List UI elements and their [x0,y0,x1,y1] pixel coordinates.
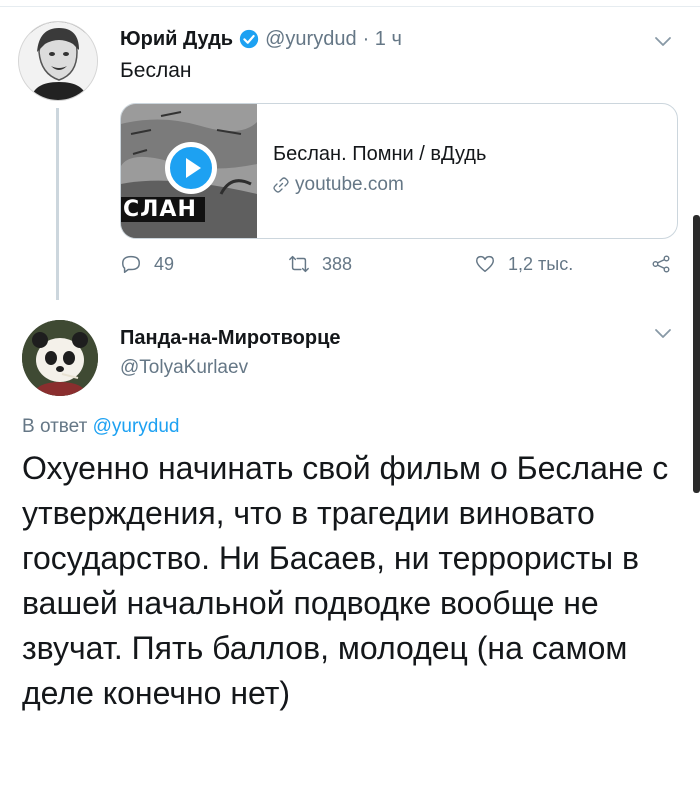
avatar[interactable] [22,320,98,396]
video-thumbnail[interactable]: СЛАН [121,104,257,238]
link-icon [273,177,289,193]
scrollbar[interactable] [693,215,700,493]
like-count: 1,2 тыс. [508,253,574,274]
chevron-down-icon[interactable] [654,36,672,48]
chevron-down-icon[interactable] [654,328,672,340]
reply-context: В ответ @yurydud [22,416,180,438]
play-icon[interactable] [165,142,217,194]
tweet-header: Юрий Дудь @yurydud · 1 ч [120,26,402,52]
like-button[interactable]: 1,2 тыс. [474,253,573,275]
card-link: youtube.com [273,174,486,196]
card-domain: youtube.com [295,174,404,195]
share-icon [652,255,670,273]
tweet-text: Охуенно начинать свой фильм о Беслане с … [22,450,669,711]
avatar[interactable] [18,21,98,101]
author-name[interactable]: Юрий Дудь [120,28,233,51]
reply-button[interactable]: 49 [120,253,174,275]
author-name[interactable]: Панда-на-Миротворце [120,327,341,350]
card-info: Беслан. Помни / вДудь youtube.com [257,104,486,238]
verified-icon [239,29,259,49]
author-handle[interactable]: @yurydud [265,28,356,51]
tweet-text: Беслан [120,59,192,82]
reply-prefix: В ответ [22,416,88,437]
top-divider [0,0,700,7]
tweet-actions: 49 388 1,2 тыс. [120,253,676,281]
reply-count: 49 [154,253,175,274]
retweet-icon [289,255,309,273]
share-button[interactable] [650,253,684,275]
retweet-count: 388 [322,253,353,274]
reply-mention-link[interactable]: @yurydud [93,416,180,437]
retweet-button[interactable]: 388 [288,253,352,275]
reply-icon [122,255,140,273]
like-icon [476,255,494,273]
card-title: Беслан. Помни / вДудь [273,143,487,165]
link-card[interactable]: СЛАН Беслан. Помни / вДудь youtube.com [120,103,678,239]
author-handle[interactable]: @TolyaKurlaev [120,357,248,379]
tweet-time[interactable]: · 1 ч [363,28,402,51]
thread-line [56,108,59,300]
thumbnail-caption: СЛАН [121,197,205,222]
